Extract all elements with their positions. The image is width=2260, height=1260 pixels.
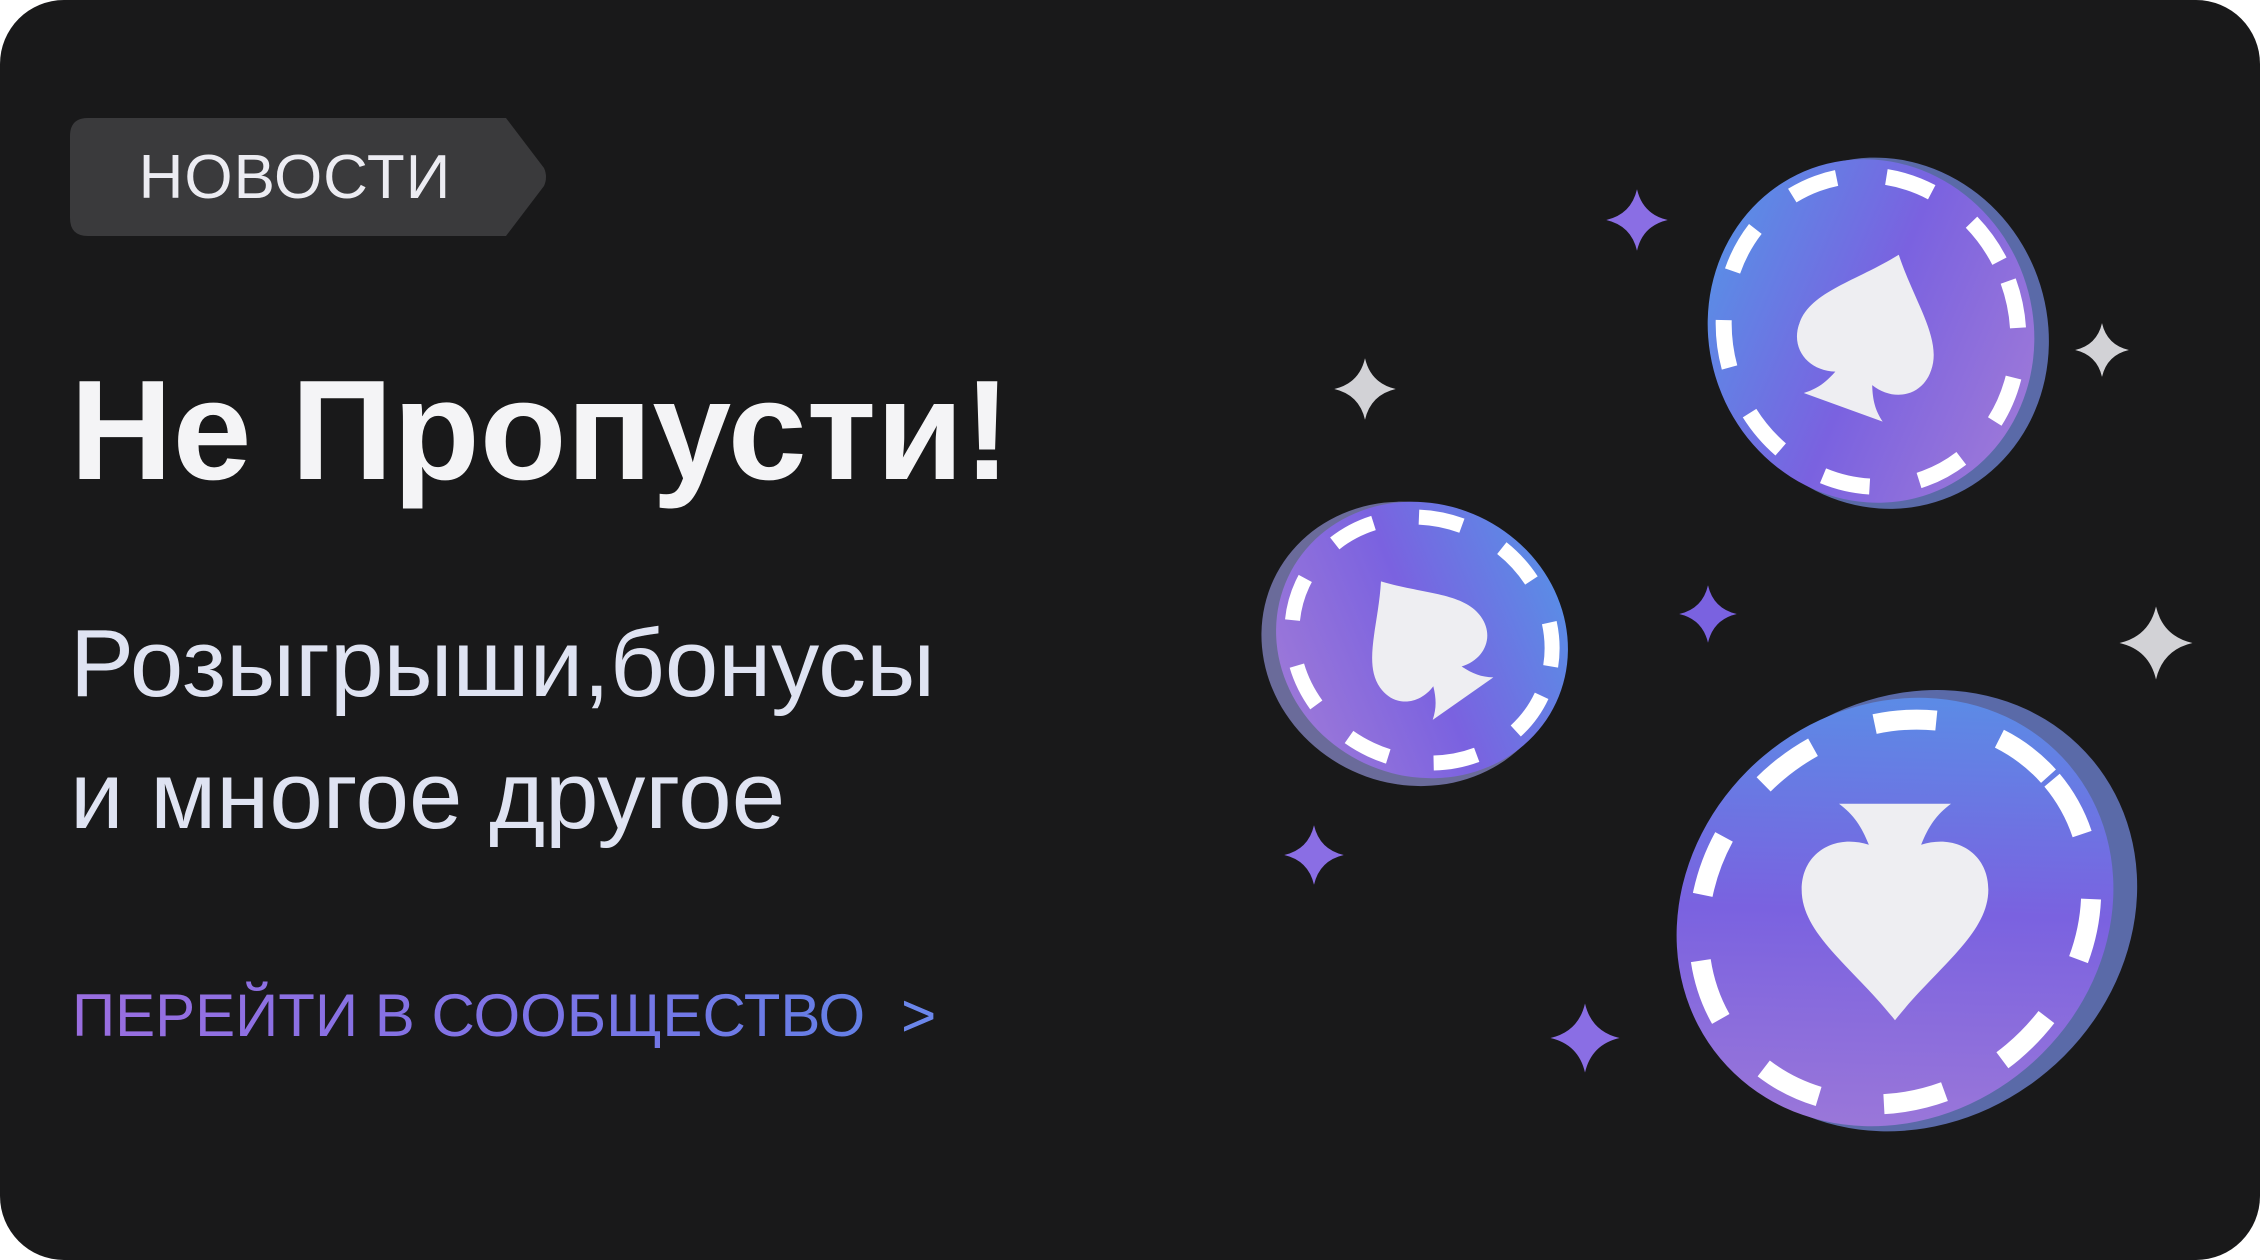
sparkle-icon xyxy=(2075,323,2129,377)
sparkle-icon xyxy=(1334,358,1396,420)
sparkle-icon xyxy=(1606,189,1668,251)
sparkle-icon xyxy=(2119,606,2193,680)
news-banner-card: НОВОСТИ Не Пропусти! Розыгрыши,бонусы и … xyxy=(0,0,2260,1260)
poker-chips-illustration xyxy=(1261,157,2193,1132)
poker-chip-left xyxy=(1261,501,1568,787)
poker-chip-bottom xyxy=(1676,689,2138,1132)
poker-chip-top xyxy=(1707,157,2049,509)
sparkle-icon xyxy=(1679,585,1737,643)
sparkle-icon xyxy=(1284,825,1344,885)
sparkle-icon xyxy=(1550,1003,1620,1073)
